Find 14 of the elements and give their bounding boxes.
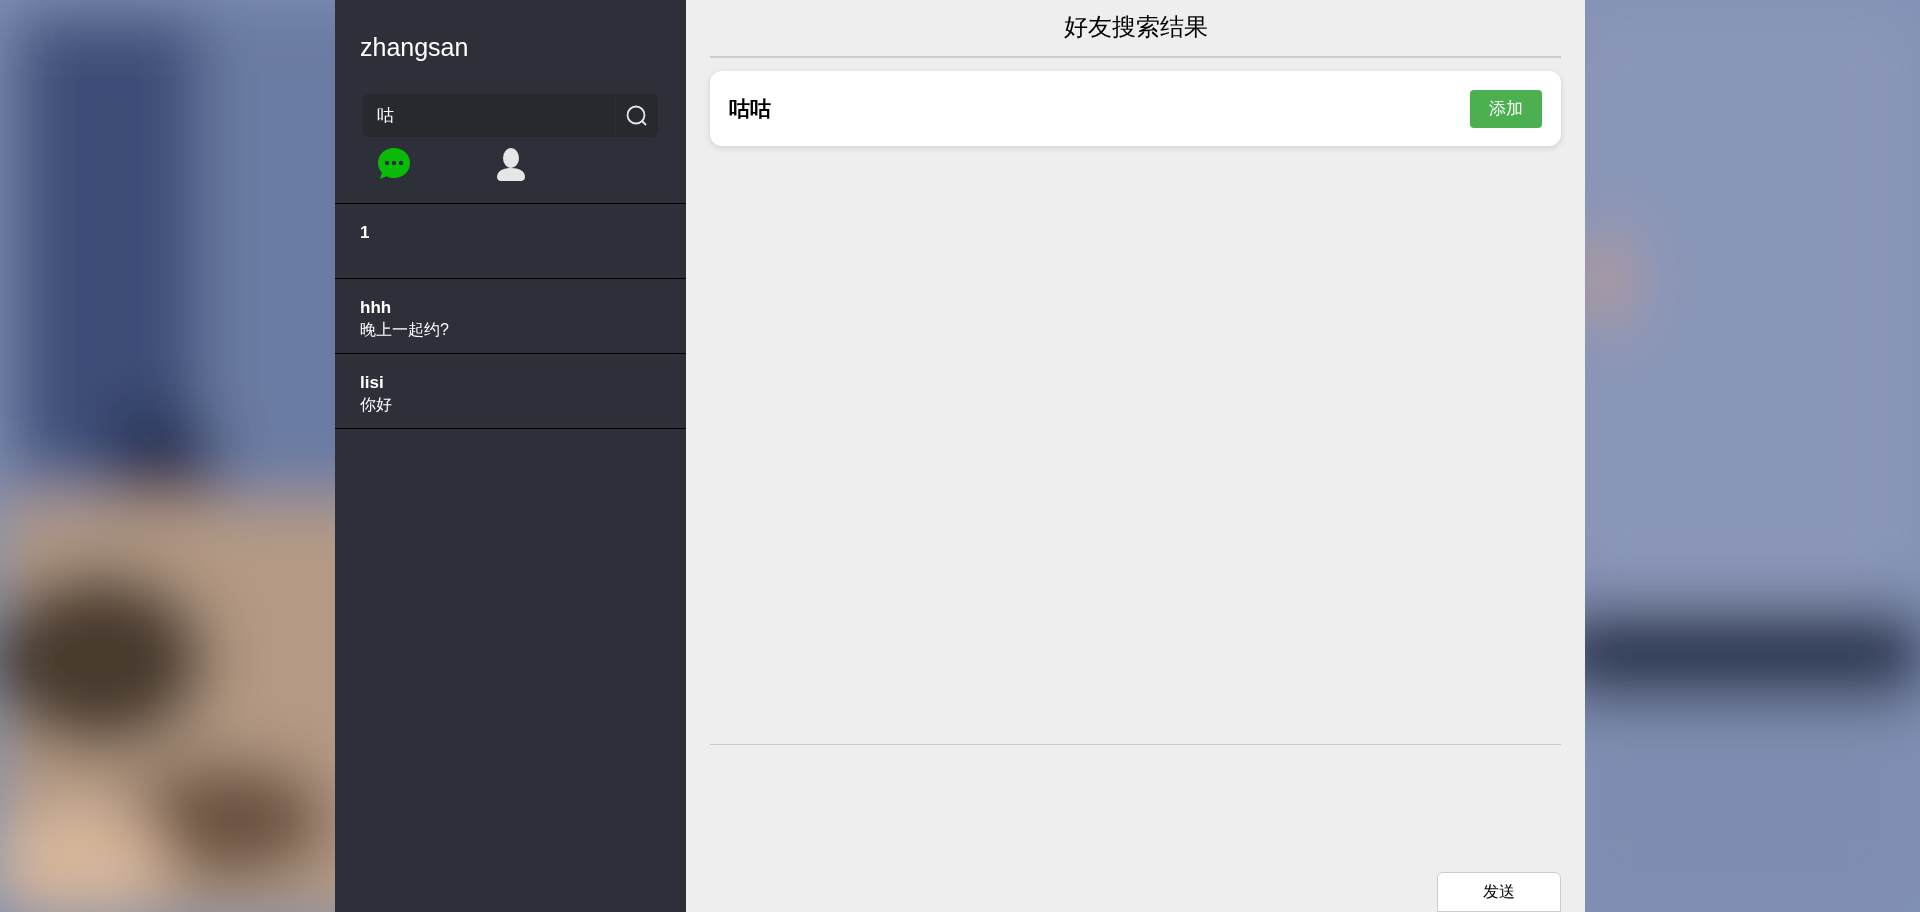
last-message: 晚上一起约? [360, 320, 450, 340]
person-icon[interactable] [494, 147, 527, 181]
last-message: 你好 [360, 395, 393, 415]
username: zhangsan [359, 32, 470, 63]
search-field[interactable]: 咕 [363, 94, 615, 137]
contact-name: hhh [360, 297, 393, 319]
friend-name: 咕咕 [729, 95, 771, 122]
send-button[interactable]: 发送 [1437, 872, 1561, 912]
contact-name: 1 [360, 222, 371, 244]
search-button[interactable] [616, 94, 658, 137]
chat-bubble-icon[interactable] [375, 146, 412, 182]
panel-title: 好友搜索结果 [710, 0, 1561, 58]
search-icon [626, 104, 648, 127]
contact-name: lisi [360, 372, 385, 394]
